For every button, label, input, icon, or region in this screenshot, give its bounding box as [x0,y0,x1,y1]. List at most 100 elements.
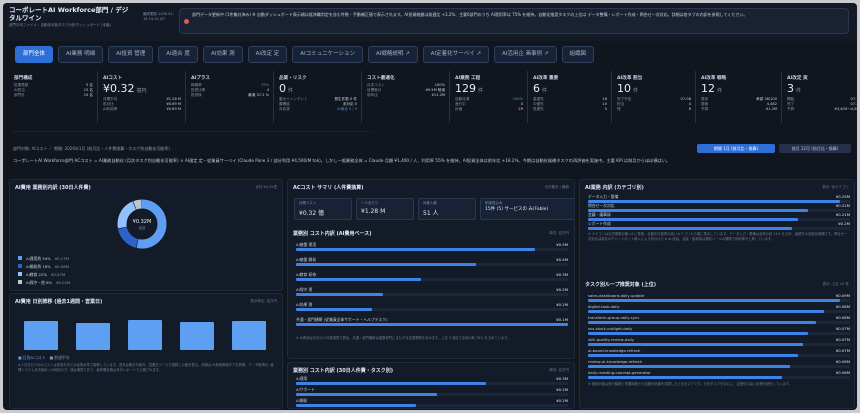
kpi-row-label: 投資後 [191,93,202,98]
kpi-value: 0件 [279,83,357,97]
kpi-unit: 件 [796,88,802,94]
bar-fill [588,354,798,357]
legend-swatch [18,256,22,260]
cost-card-label: 削減見込み [485,201,503,205]
cost-card-label: 対象人数 [423,201,437,205]
kpi-card: AI業務 工程 129 件自動化済 100% 進行中 0 計画 29 [449,71,527,123]
kpi-value: 6件 [533,83,607,97]
kpi-row-value: 最適 37.2 % [248,93,269,98]
weekly-trend-panel: AI費用 日別推移 (過去1週間・営業日) 表示単位: 百万円 ■ 日別AIコス… [9,293,283,409]
panel-note: 合計 ¥0.32億 [255,185,277,189]
bar-value: ¥0.2M [838,221,850,226]
panel-title: AI業務 内訳 (カテゴリ別) [585,185,644,191]
kpi-row: 低優先 5 [533,107,607,112]
legend-swatch [18,280,22,284]
bar-fill [296,308,373,311]
kpi-row-value: 5 [604,107,607,112]
divider-text: — — — — — — — — — — — — — — — — — — — — … [13,129,373,133]
donut-center-label: 合計 [139,225,146,230]
legend-value: ¥0.17M [54,256,69,261]
cost-summary-panel: ACコスト サマリ (人件費換算) 月次集計 / 最新 月間コスト ¥0.32 億… [287,179,575,359]
bar-fill [588,376,782,379]
bar-value: ¥0.09M [835,293,850,298]
bar-value: ¥0.2M [556,387,568,392]
donut-center-value: ¥0.32M [133,219,152,225]
tab-1[interactable]: AI業務 明細 [58,46,104,63]
legend-item: AI開発費 18% ¥0.06M [18,264,69,270]
legend-swatch [18,272,22,276]
cost-breakdown-panel: AI費用 業務別内訳 (30日人件費) 合計 ¥0.32億 ¥0.32M 合計 … [9,179,283,291]
kpi-card: 部門構成 従業員数 5 名 AI担当 15 名部門計 15 名 [9,71,97,123]
dept-footnote: ※ AI費用は月次の人件費換算で算出。共通・部門横断は複数部門にまたがる支援業務… [296,336,511,340]
kpi-row: 計画 29 [455,107,523,112]
kpi-row-label: 対応済 [279,107,290,112]
bar-value: ¥0.1M [556,317,568,322]
tab-7[interactable]: AI戦略説明 ↗ [368,46,418,63]
tab-10[interactable]: 組織図 [561,46,595,63]
kpi-row-label: AI利用率 [103,107,118,112]
period-previous-button[interactable]: 前月 12月 (前月比・換算) [779,144,851,153]
dept-title: 業務別 コスト内訳 (AI費用ベース) [293,231,372,237]
legend-name: AI教育 22% [26,272,47,277]
alert-icon [184,19,189,24]
tab-5[interactable]: AI改定 定 [247,46,288,63]
kpi-card: 品質・リスク 0 件重大インシデント 発生件数 0 件要確認 未対応 0 対応済 AI適合 … [273,71,361,123]
kpi-row-label: 部門計 [14,93,25,98]
tab-8[interactable]: AI定着化サーベイ ↗ [422,46,489,63]
bar-value: ¥0.2M [556,302,568,307]
bar-value: ¥0.06M [835,370,850,375]
bar-value: ¥0.08M [835,315,850,320]
bar-value: ¥0.2M [556,287,568,292]
kpi-number: 0 [279,83,286,95]
bar-fill [296,278,422,281]
weekly-bar [180,321,214,350]
bar-value: ¥0.07M [835,348,850,353]
header: コーポレートAI Workforce部門 / デジタルワイン 部門平均ファイル・… [3,3,857,41]
bar-value: ¥0.3M [556,376,568,381]
kpi-row: 予算 ¥1.2M [701,107,777,112]
donut-chart: ¥0.32M 合計 [117,199,167,249]
legend-prev: ■ 前週平均 [49,355,70,360]
kpi-card: AI改定 実3件開始07-14完了07-18予算¥3,400〜4,500 [781,71,857,123]
bar-fill [588,321,816,324]
period-current-button[interactable]: 期間 1月 (前月比・換算) [697,144,775,153]
kpi-unit: 件 [717,88,723,94]
kpi-unit: 億円 [136,88,147,94]
kpi-number: 10 [617,83,631,95]
weekly-bar [76,322,110,350]
kpi-strip: 部門構成 従業員数 5 名 AI担当 15 名部門計 15 名 AIコスト ¥0.32 億円 月間… [9,71,857,123]
kpi-title: AI業務 工程 [455,76,481,81]
task-cost-panel: 業務別 コスト内訳 (30日人件費・タスク別) 単位: 百万円 AI運用 ¥0.3… [287,362,575,409]
tab-3[interactable]: AI適合 度 [158,46,198,63]
tab-6[interactable]: AIコミュニケーション [292,46,363,63]
cost-card: 一人あたり ¥1.28 M [356,198,414,220]
notice-text: 部門データ更新中 (1件集計済み) ※ 自動ダッシュボード表示順は経済職判定を含… [192,12,748,17]
kpi-unit: 件 [288,88,294,94]
kpi-card: AI改革 戦略 12 件進捗 承認 38/100 提案 4,482 予算 ¥1.2M [695,71,781,123]
kpi-row-value: ¥11.2M [431,93,445,98]
kpi-row-label: 計画 [455,107,463,112]
bar-value: ¥0.07M [835,326,850,331]
period-label: 部門対象: AIコスト ／ 期間: 2026年1月 (前月比・人件費換算・タスク… [13,146,170,151]
tab-2[interactable]: AI投資 管理 [108,46,154,63]
weekly-footnote: ※ 1日あたりのAIコストは前週平均とほぼ同水準で推移しています。週末は集計対象… [18,363,274,372]
bar-value: ¥0.3M [556,272,568,277]
kpi-card: AIプラス 稼働率 75% 投資比率 4 投資後 最適 37.2 % [185,71,273,123]
category-footnote: ※ カテゴリは社内業務分類 v3 に準拠。自動化可能率の高いカテゴリから順に表示… [588,232,848,241]
bar-fill [296,323,568,326]
panel-title: AI費用 日別推移 (過去1週間・営業日) [15,299,103,305]
bar-value: ¥0.5M [556,242,568,247]
tab-9[interactable]: AI活用企 画事例 ↗ [494,46,557,63]
tab-0[interactable]: 部門全体 [15,46,54,63]
kpi-value: 10 件 [617,83,691,97]
dept-note: 単位: 百万円 [549,231,569,235]
legend-item: AI運用費 54% ¥0.17M [18,256,69,262]
legend-name: AI開発費 18% [26,264,51,269]
bar-fill [296,404,416,407]
tab-4[interactable]: AI効果 測 [202,46,243,63]
cost-card-value: 51 人 [423,210,439,217]
bar-fill [296,382,487,385]
kpi-title: AI改革 割当 [617,76,643,81]
kpi-value: 129 件 [455,83,523,97]
bar-value: ¥0.08M [835,304,850,309]
